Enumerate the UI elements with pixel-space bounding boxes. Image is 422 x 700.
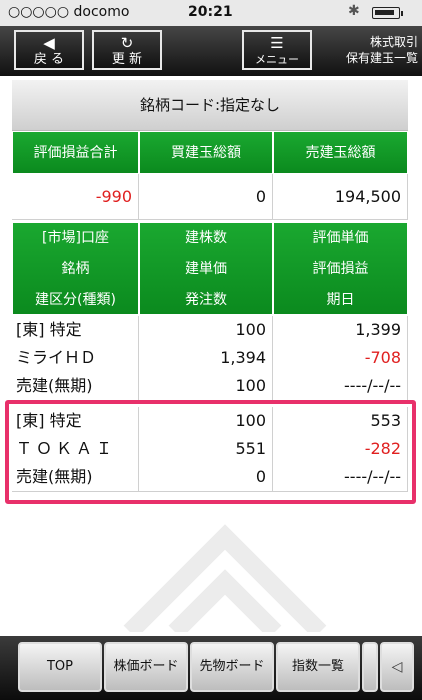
- header-order-qty: 発注数: [185, 292, 227, 308]
- position-cell-quantity: 100 1,394 100: [139, 316, 273, 400]
- summary-sell-total-value: 194,500: [273, 174, 408, 220]
- bottom-nav: TOP 株価ボード 先物ボード 指数一覧 ◁: [0, 636, 422, 700]
- header-unit-price: 建単価: [185, 261, 227, 277]
- position-market-account: [東] 特定: [16, 320, 82, 339]
- menu-button-label: メニュー: [255, 53, 299, 66]
- nav-next-button-partial[interactable]: [362, 642, 378, 692]
- page-title-line2: 保有建玉一覧: [345, 51, 418, 65]
- summary-eval-pl-value: -990: [12, 174, 139, 220]
- bluetooth-icon: ✱: [348, 3, 360, 19]
- column-header-2: 建株数 建単価 発注数: [139, 222, 273, 315]
- refresh-button-label: 更 新: [111, 52, 143, 67]
- column-header-1: [市場]口座 銘柄 建区分(種類): [12, 222, 139, 315]
- status-time: 20:21: [188, 4, 233, 20]
- battery-tip: [401, 11, 403, 16]
- summary-header-buy-total: 買建玉総額: [139, 131, 273, 174]
- header-shares: 建株数: [185, 230, 227, 246]
- battery-icon: [372, 7, 400, 19]
- position-eval-pl: -708: [364, 348, 401, 367]
- menu-button[interactable]: ☰ メニュー: [242, 30, 312, 70]
- position-order-qty: 100: [235, 376, 266, 395]
- summary-header: 評価損益合計 買建玉総額 売建玉総額: [12, 131, 408, 174]
- page-title: 株式取引 保有建玉一覧: [318, 34, 418, 66]
- position-shares: 100: [235, 320, 266, 339]
- page-title-line1: 株式取引: [369, 35, 418, 49]
- position-row[interactable]: [東] 特定 ミライＨＤ 売建(無期) 100 1,394 100 1,399 …: [12, 316, 408, 401]
- refresh-icon: ↻: [120, 34, 134, 52]
- position-cell-info: [東] 特定 ミライＨＤ 売建(無期): [12, 316, 139, 400]
- summary-header-eval-pl: 評価損益合計: [12, 131, 139, 174]
- summary-buy-total-value: 0: [139, 174, 273, 220]
- position-eval-price: 1,399: [355, 320, 401, 339]
- watermark-logo: [110, 512, 340, 632]
- refresh-button[interactable]: ↻ 更 新: [92, 30, 162, 70]
- nav-top-button[interactable]: TOP: [18, 642, 102, 692]
- nav-futures-board-button[interactable]: 先物ボード: [190, 642, 274, 692]
- header-eval-pl: 評価損益: [312, 261, 369, 277]
- back-arrow-icon: ◀: [43, 34, 55, 52]
- nav-stock-board-button[interactable]: 株価ボード: [104, 642, 188, 692]
- nav-collapse-arrow-icon[interactable]: ◁: [380, 642, 414, 692]
- position-stock-name: ミライＨＤ: [16, 348, 97, 367]
- back-button[interactable]: ◀ 戻 る: [14, 30, 84, 70]
- status-bar: ○○○○○ docomo 20:21 ✱: [0, 0, 422, 26]
- nav-index-list-button[interactable]: 指数一覧: [276, 642, 360, 692]
- position-type: 売建(無期): [16, 376, 93, 395]
- summary-values: -990 0 194,500: [12, 174, 408, 220]
- summary-header-sell-total: 売建玉総額: [273, 131, 408, 174]
- position-cell-valuation: 1,399 -708 ----/--/--: [273, 316, 408, 400]
- toolbar: ◀ 戻 る ↻ 更 新 ☰ メニュー 株式取引 保有建玉一覧: [0, 26, 422, 76]
- highlight-frame: [5, 400, 416, 504]
- position-unit-price: 1,394: [220, 348, 266, 367]
- header-market-account: [市場]口座: [42, 230, 109, 246]
- position-due-date: ----/--/--: [344, 376, 401, 395]
- position-column-headers: [市場]口座 銘柄 建区分(種類) 建株数 建単価 発注数 評価単価 評価損益 …: [12, 222, 408, 315]
- header-position-type: 建区分(種類): [35, 292, 116, 308]
- carrier-label: ○○○○○ docomo: [8, 4, 130, 20]
- column-header-3: 評価単価 評価損益 期日: [273, 222, 408, 315]
- menu-list-icon: ☰: [270, 34, 284, 52]
- header-due-date: 期日: [326, 292, 355, 308]
- back-button-label: 戻 る: [33, 52, 65, 67]
- header-eval-price: 評価単価: [312, 230, 369, 246]
- header-stock-name: 銘柄: [61, 261, 90, 277]
- stock-code-filter[interactable]: 銘柄コード:指定なし: [12, 80, 408, 131]
